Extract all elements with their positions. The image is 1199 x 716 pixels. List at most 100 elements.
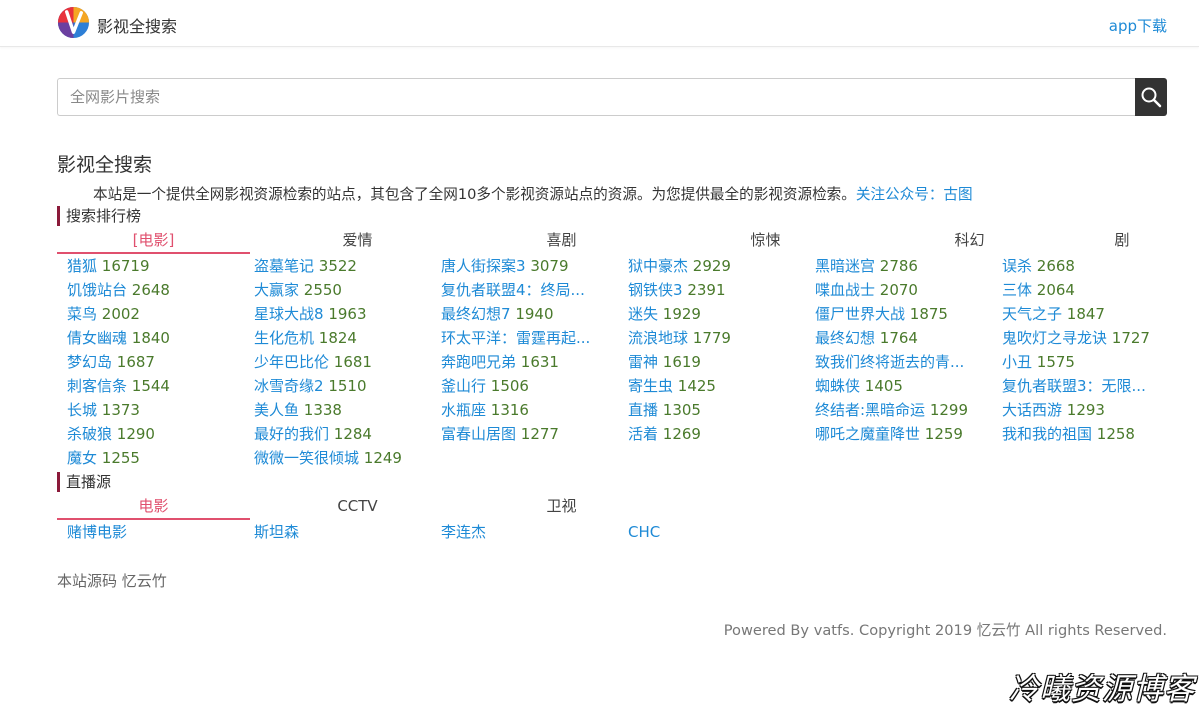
ranking-item[interactable]: 盗墓笔记 3522 — [254, 255, 434, 277]
ranking-item[interactable]: 迷失 1929 — [628, 303, 808, 325]
ranking-item[interactable]: 微微一笑很倾城 1249 — [254, 447, 434, 469]
site-name[interactable]: 影视全搜索 — [97, 13, 177, 37]
ranking-item-title[interactable]: 猎狐 — [67, 257, 97, 275]
search-input[interactable] — [57, 78, 1135, 116]
ranking-item-title[interactable]: 迷失 — [628, 305, 658, 323]
ranking-tab[interactable]: 科幻 — [873, 230, 1066, 254]
ranking-item[interactable]: 星球大战8 1963 — [254, 303, 434, 325]
ranking-item-title[interactable]: 釜山行 — [441, 377, 486, 395]
ranking-item[interactable]: 冰雪奇缘2 1510 — [254, 375, 434, 397]
ranking-item-title[interactable]: 狱中豪杰 — [628, 257, 688, 275]
ranking-item-title[interactable]: 三体 — [1002, 281, 1032, 299]
ranking-item[interactable]: 我和我的祖国 1258 — [1002, 423, 1182, 445]
ranking-item[interactable]: 少年巴比伦 1681 — [254, 351, 434, 373]
ranking-item[interactable]: 杀破狼 1290 — [67, 423, 247, 445]
ranking-item[interactable]: 奔跑吧兄弟 1631 — [441, 351, 621, 373]
ranking-item[interactable]: 猎狐 16719 — [67, 255, 247, 277]
search-button[interactable] — [1135, 78, 1167, 116]
ranking-item[interactable]: 鬼吹灯之寻龙诀 1727 — [1002, 327, 1182, 349]
ranking-item[interactable]: 终结者:黑暗命运 1299 — [815, 399, 995, 421]
live-item[interactable]: 李连杰 — [441, 521, 621, 543]
ranking-item[interactable]: 最终幻想 1764 — [815, 327, 995, 349]
ranking-item-title[interactable]: 菜鸟 — [67, 305, 97, 323]
ranking-item[interactable]: 钢铁侠3 2391 — [628, 279, 808, 301]
ranking-item-title[interactable]: 鬼吹灯之寻龙诀 — [1002, 329, 1107, 347]
ranking-item-title[interactable]: 奔跑吧兄弟 — [441, 353, 516, 371]
ranking-item[interactable]: 蜘蛛侠 1405 — [815, 375, 995, 397]
ranking-item-title[interactable]: 僵尸世界大战 — [815, 305, 905, 323]
ranking-item[interactable]: 最好的我们 1284 — [254, 423, 434, 445]
ranking-tab[interactable]: [电影] — [57, 230, 250, 254]
ranking-item[interactable]: 环太平洋：雷霆再起... — [441, 327, 621, 349]
ranking-item[interactable]: 梦幻岛 1687 — [67, 351, 247, 373]
ranking-item[interactable]: 富春山居图 1277 — [441, 423, 621, 445]
ranking-item[interactable]: 误杀 2668 — [1002, 255, 1182, 277]
ranking-item-title[interactable]: 魔女 — [67, 449, 97, 467]
ranking-item[interactable]: 黑暗迷宫 2786 — [815, 255, 995, 277]
ranking-tab[interactable]: 喜剧 — [465, 230, 658, 254]
ranking-item-title[interactable]: 倩女幽魂 — [67, 329, 127, 347]
ranking-item-title[interactable]: 最好的我们 — [254, 425, 329, 443]
ranking-item-title[interactable]: 少年巴比伦 — [254, 353, 329, 371]
ranking-item-title[interactable]: 寄生虫 — [628, 377, 673, 395]
ranking-item[interactable]: 唐人街探案3 3079 — [441, 255, 621, 277]
live-tab[interactable]: CCTV — [261, 496, 454, 520]
live-item-title[interactable]: CHC — [628, 523, 660, 541]
ranking-item-title[interactable]: 微微一笑很倾城 — [254, 449, 359, 467]
ranking-item[interactable]: 饥饿站台 2648 — [67, 279, 247, 301]
ranking-item-title[interactable]: 终结者:黑暗命运 — [815, 401, 925, 419]
app-download-link[interactable]: app下载 — [1109, 15, 1167, 36]
ranking-tab[interactable]: 惊悚 — [669, 230, 862, 254]
ranking-item[interactable]: 活着 1269 — [628, 423, 808, 445]
ranking-item[interactable]: 小丑 1575 — [1002, 351, 1182, 373]
live-item[interactable]: 赌博电影 — [67, 521, 247, 543]
wechat-follow-link[interactable]: 关注公众号：古图 — [856, 186, 973, 203]
live-item[interactable]: 斯坦森 — [254, 521, 434, 543]
ranking-item-title[interactable]: 复仇者联盟4：终局... — [441, 281, 585, 299]
ranking-item[interactable]: 僵尸世界大战 1875 — [815, 303, 995, 325]
ranking-item-title[interactable]: 富春山居图 — [441, 425, 516, 443]
ranking-item-title[interactable]: 致我们终将逝去的青... — [815, 353, 964, 371]
ranking-item-title[interactable]: 冰雪奇缘2 — [254, 377, 324, 395]
ranking-item-title[interactable]: 美人鱼 — [254, 401, 299, 419]
ranking-item-title[interactable]: 最终幻想7 — [441, 305, 511, 323]
ranking-item-title[interactable]: 大话西游 — [1002, 401, 1062, 419]
live-item-title[interactable]: 赌博电影 — [67, 523, 127, 541]
ranking-item[interactable]: 复仇者联盟3：无限... — [1002, 375, 1182, 397]
ranking-tab[interactable]: 爱情 — [261, 230, 454, 254]
ranking-item-title[interactable]: 活着 — [628, 425, 658, 443]
ranking-item[interactable]: 最终幻想7 1940 — [441, 303, 621, 325]
ranking-item[interactable]: 魔女 1255 — [67, 447, 247, 469]
ranking-item[interactable]: 雷神 1619 — [628, 351, 808, 373]
ranking-item-title[interactable]: 复仇者联盟3：无限... — [1002, 377, 1146, 395]
ranking-item-title[interactable]: 水瓶座 — [441, 401, 486, 419]
ranking-item[interactable]: 生化危机 1824 — [254, 327, 434, 349]
live-item-title[interactable]: 李连杰 — [441, 523, 486, 541]
ranking-item-title[interactable]: 星球大战8 — [254, 305, 324, 323]
ranking-item-title[interactable]: 流浪地球 — [628, 329, 688, 347]
ranking-item-title[interactable]: 喋血战士 — [815, 281, 875, 299]
ranking-item[interactable]: 喋血战士 2070 — [815, 279, 995, 301]
live-item[interactable]: CHC — [628, 521, 808, 543]
ranking-item[interactable]: 三体 2064 — [1002, 279, 1182, 301]
ranking-item[interactable]: 刺客信条 1544 — [67, 375, 247, 397]
ranking-item-title[interactable]: 蜘蛛侠 — [815, 377, 860, 395]
ranking-item[interactable]: 哪吒之魔童降世 1259 — [815, 423, 995, 445]
ranking-item-title[interactable]: 大赢家 — [254, 281, 299, 299]
ranking-item[interactable]: 流浪地球 1779 — [628, 327, 808, 349]
ranking-item[interactable]: 寄生虫 1425 — [628, 375, 808, 397]
ranking-item-title[interactable]: 盗墓笔记 — [254, 257, 314, 275]
ranking-item-title[interactable]: 天气之子 — [1002, 305, 1062, 323]
ranking-item-title[interactable]: 环太平洋：雷霆再起... — [441, 329, 590, 347]
ranking-item[interactable]: 直播 1305 — [628, 399, 808, 421]
ranking-tab[interactable]: 剧 — [1077, 230, 1167, 254]
ranking-item-title[interactable]: 最终幻想 — [815, 329, 875, 347]
ranking-item-title[interactable]: 唐人街探案3 — [441, 257, 526, 275]
ranking-item[interactable]: 倩女幽魂 1840 — [67, 327, 247, 349]
ranking-item-title[interactable]: 钢铁侠3 — [628, 281, 683, 299]
live-tab[interactable]: 卫视 — [465, 496, 658, 520]
ranking-item[interactable]: 大赢家 2550 — [254, 279, 434, 301]
ranking-item-title[interactable]: 刺客信条 — [67, 377, 127, 395]
site-logo-icon[interactable] — [57, 6, 90, 39]
ranking-item-title[interactable]: 哪吒之魔童降世 — [815, 425, 920, 443]
